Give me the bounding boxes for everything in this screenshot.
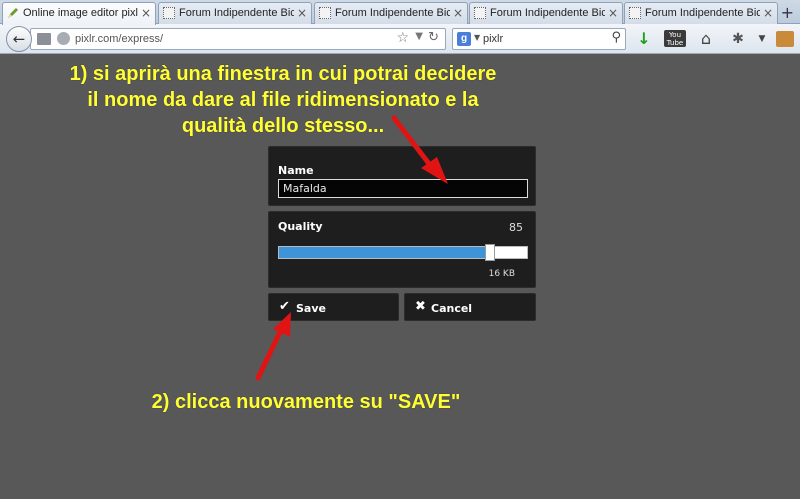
url-text[interactable]: pixlr.com/express/	[75, 33, 163, 45]
close-icon[interactable]: ×	[453, 6, 463, 20]
tab-label: Forum Indipendente Bicicl...	[335, 7, 450, 19]
addon-icon[interactable]: ✱	[728, 28, 748, 50]
quality-slider-handle[interactable]	[484, 244, 495, 261]
annotation-line: 1) si aprirà una finestra in cui potrai …	[69, 63, 497, 85]
close-icon[interactable]: ×	[763, 6, 773, 20]
cancel-button[interactable]: ✖ Cancel	[404, 293, 536, 321]
annotation-step2: 2) clicca nuovamente su "SAVE"	[151, 391, 461, 413]
quality-panel: Quality 85 16 KB	[268, 211, 536, 288]
close-icon: ✖	[415, 299, 426, 314]
close-icon[interactable]: ×	[608, 6, 618, 20]
tab-strip: Online image editor pixlr f... × Forum I…	[0, 0, 800, 25]
search-bar[interactable]: g ▼ pixlr ⚲	[452, 28, 626, 50]
pencil-icon	[7, 7, 19, 19]
search-icon[interactable]: ⚲	[611, 30, 621, 45]
back-button[interactable]: ←	[6, 26, 32, 52]
globe-icon	[57, 32, 70, 45]
quality-label: Quality	[278, 220, 323, 233]
page-icon	[474, 7, 486, 19]
chevron-down-icon[interactable]: ▼	[415, 31, 423, 42]
quality-slider[interactable]	[278, 244, 528, 261]
cancel-label: Cancel	[431, 302, 473, 315]
tab-forum[interactable]: Forum Indipendente Bicicl... ×	[624, 2, 778, 24]
download-icon[interactable]: ↓	[634, 28, 654, 50]
youtube-icon[interactable]: You Tube	[664, 30, 686, 47]
tab-label: Forum Indipendente Bicicl...	[179, 7, 294, 19]
chevron-down-icon[interactable]: ▼	[474, 33, 480, 42]
page-icon	[319, 7, 331, 19]
page-icon	[37, 33, 51, 45]
tab-pixlr[interactable]: Online image editor pixlr f... ×	[2, 2, 156, 25]
save-label: Save	[296, 302, 326, 315]
tab-label: Forum Indipendente Bicicl...	[645, 7, 760, 19]
page-icon	[163, 7, 175, 19]
tab-forum[interactable]: Forum Indipendente Bicicl... ×	[469, 2, 623, 24]
close-icon[interactable]: ×	[141, 6, 151, 20]
google-icon[interactable]: g	[457, 32, 471, 46]
annotation-line: il nome da dare al file ridimensionato e…	[87, 89, 479, 111]
page-icon	[629, 7, 641, 19]
annotation-step1: 1) si aprirà una finestra in cui potrai …	[0, 61, 566, 139]
url-bar[interactable]: pixlr.com/express/ ☆ ▼ ↻	[30, 28, 446, 50]
name-panel: Name	[268, 146, 536, 206]
annotation-line: qualità dello stesso...	[181, 115, 385, 137]
bookmark-star-icon[interactable]: ☆	[396, 30, 409, 46]
tab-label: Forum Indipendente Bicicl...	[490, 7, 605, 19]
tab-label: Online image editor pixlr f...	[23, 7, 138, 19]
checkmark-icon: ✔	[279, 299, 290, 314]
file-name-input[interactable]	[278, 179, 528, 198]
tab-forum[interactable]: Forum Indipendente Bicicl... ×	[314, 2, 468, 24]
save-button[interactable]: ✔ Save	[268, 293, 399, 321]
search-input[interactable]: pixlr	[483, 33, 503, 45]
navigation-bar: pixlr.com/express/ ☆ ▼ ↻ ← g ▼ pixlr ⚲ ↓…	[0, 24, 800, 54]
new-tab-button[interactable]: +	[781, 3, 794, 22]
close-icon[interactable]: ×	[297, 6, 307, 20]
file-size-label: 16 KB	[488, 269, 515, 279]
tab-forum[interactable]: Forum Indipendente Bicicl... ×	[158, 2, 312, 24]
chevron-down-icon[interactable]: ▼	[756, 28, 768, 50]
back-arrow-icon: ←	[12, 30, 26, 48]
arrow-to-save-button	[255, 312, 291, 381]
quality-value: 85	[509, 221, 523, 234]
reload-icon[interactable]: ↻	[428, 30, 439, 45]
home-icon[interactable]: ⌂	[696, 28, 716, 50]
extension-icon[interactable]	[776, 31, 794, 47]
name-label: Name	[278, 164, 314, 177]
quality-slider-fill	[279, 247, 490, 258]
